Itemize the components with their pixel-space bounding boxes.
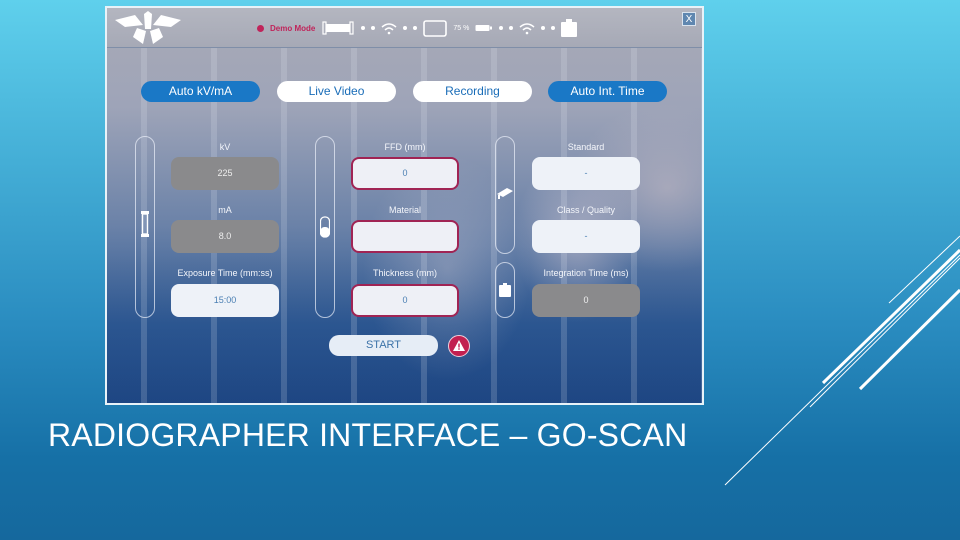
standard-field[interactable]: - bbox=[532, 157, 640, 190]
live-video-button[interactable]: Live Video bbox=[277, 81, 396, 102]
integration-time-field[interactable]: 0 bbox=[532, 284, 640, 317]
status-bar: Demo Mode 75 % bbox=[257, 18, 578, 38]
separator-dot bbox=[551, 26, 556, 30]
exposure-time-field[interactable]: 15:00 bbox=[171, 284, 279, 317]
distance-slider-rail[interactable] bbox=[315, 136, 335, 318]
xray-tube-icon bbox=[141, 211, 149, 237]
tablet-icon bbox=[423, 19, 448, 37]
auto-int-time-button[interactable]: Auto Int. Time bbox=[548, 81, 667, 102]
separator-dot bbox=[541, 26, 546, 30]
go-scan-app-window: Demo Mode 75 % X Auto kV/mA Live Video R… bbox=[105, 6, 704, 405]
separator-dot bbox=[361, 26, 366, 30]
integration-time-label: Integration Time (ms) bbox=[543, 268, 629, 278]
detector-icon bbox=[499, 283, 511, 297]
demo-mode-label: Demo Mode bbox=[270, 23, 316, 33]
thickness-label: Thickness (mm) bbox=[372, 268, 437, 278]
kv-label: kV bbox=[219, 142, 231, 152]
separator-dot bbox=[509, 26, 514, 30]
app-top-bar: Demo Mode 75 % X bbox=[107, 8, 702, 48]
deco-line-thick-b bbox=[858, 288, 960, 391]
cylinder-icon bbox=[320, 216, 330, 238]
recording-button[interactable]: Recording bbox=[413, 81, 532, 102]
wifi-icon bbox=[519, 22, 535, 34]
graduation-cap-icon bbox=[497, 188, 513, 199]
standard-rail[interactable] bbox=[495, 136, 515, 254]
demo-mode-dot-icon bbox=[257, 24, 264, 32]
battery-percent: 75 % bbox=[453, 24, 470, 32]
ma-field[interactable]: 8.0 bbox=[171, 220, 279, 253]
teledyne-logo-icon bbox=[115, 11, 181, 44]
deco-line-thin-top bbox=[888, 235, 960, 304]
deco-line-thin-mid bbox=[809, 257, 960, 408]
ma-label: mA bbox=[218, 205, 232, 215]
warning-triangle-icon bbox=[453, 340, 465, 351]
detector-icon bbox=[561, 19, 578, 37]
material-label: Material bbox=[388, 205, 421, 215]
deco-line-thick-a bbox=[821, 248, 960, 385]
separator-dot bbox=[403, 26, 408, 30]
warning-button[interactable] bbox=[448, 335, 470, 357]
separator-dot bbox=[371, 26, 376, 30]
detector-rail[interactable] bbox=[495, 262, 515, 318]
auto-kv-ma-button[interactable]: Auto kV/mA bbox=[141, 81, 260, 102]
wifi-icon bbox=[381, 22, 397, 34]
xray-tube-icon bbox=[322, 21, 354, 35]
kv-field[interactable]: 225 bbox=[171, 157, 279, 190]
separator-dot bbox=[413, 26, 418, 30]
ffd-label: FFD (mm) bbox=[384, 142, 426, 152]
separator-dot bbox=[499, 26, 504, 30]
thickness-field[interactable]: 0 bbox=[351, 284, 459, 317]
ffd-field[interactable]: 0 bbox=[351, 157, 459, 190]
deco-line-long bbox=[724, 254, 960, 486]
class-quality-label: Class / Quality bbox=[556, 205, 616, 215]
tube-slider-rail[interactable] bbox=[135, 136, 155, 318]
exposure-time-label: Exposure Time (mm:ss) bbox=[177, 268, 273, 278]
close-button[interactable]: X bbox=[682, 12, 696, 26]
start-button[interactable]: START bbox=[329, 335, 438, 356]
battery-icon bbox=[475, 25, 493, 31]
class-quality-field[interactable]: - bbox=[532, 220, 640, 253]
standard-label: Standard bbox=[567, 142, 605, 152]
material-field[interactable] bbox=[351, 220, 459, 253]
slide-title: RADIOGRAPHER INTERFACE – GO-SCAN bbox=[48, 417, 688, 453]
